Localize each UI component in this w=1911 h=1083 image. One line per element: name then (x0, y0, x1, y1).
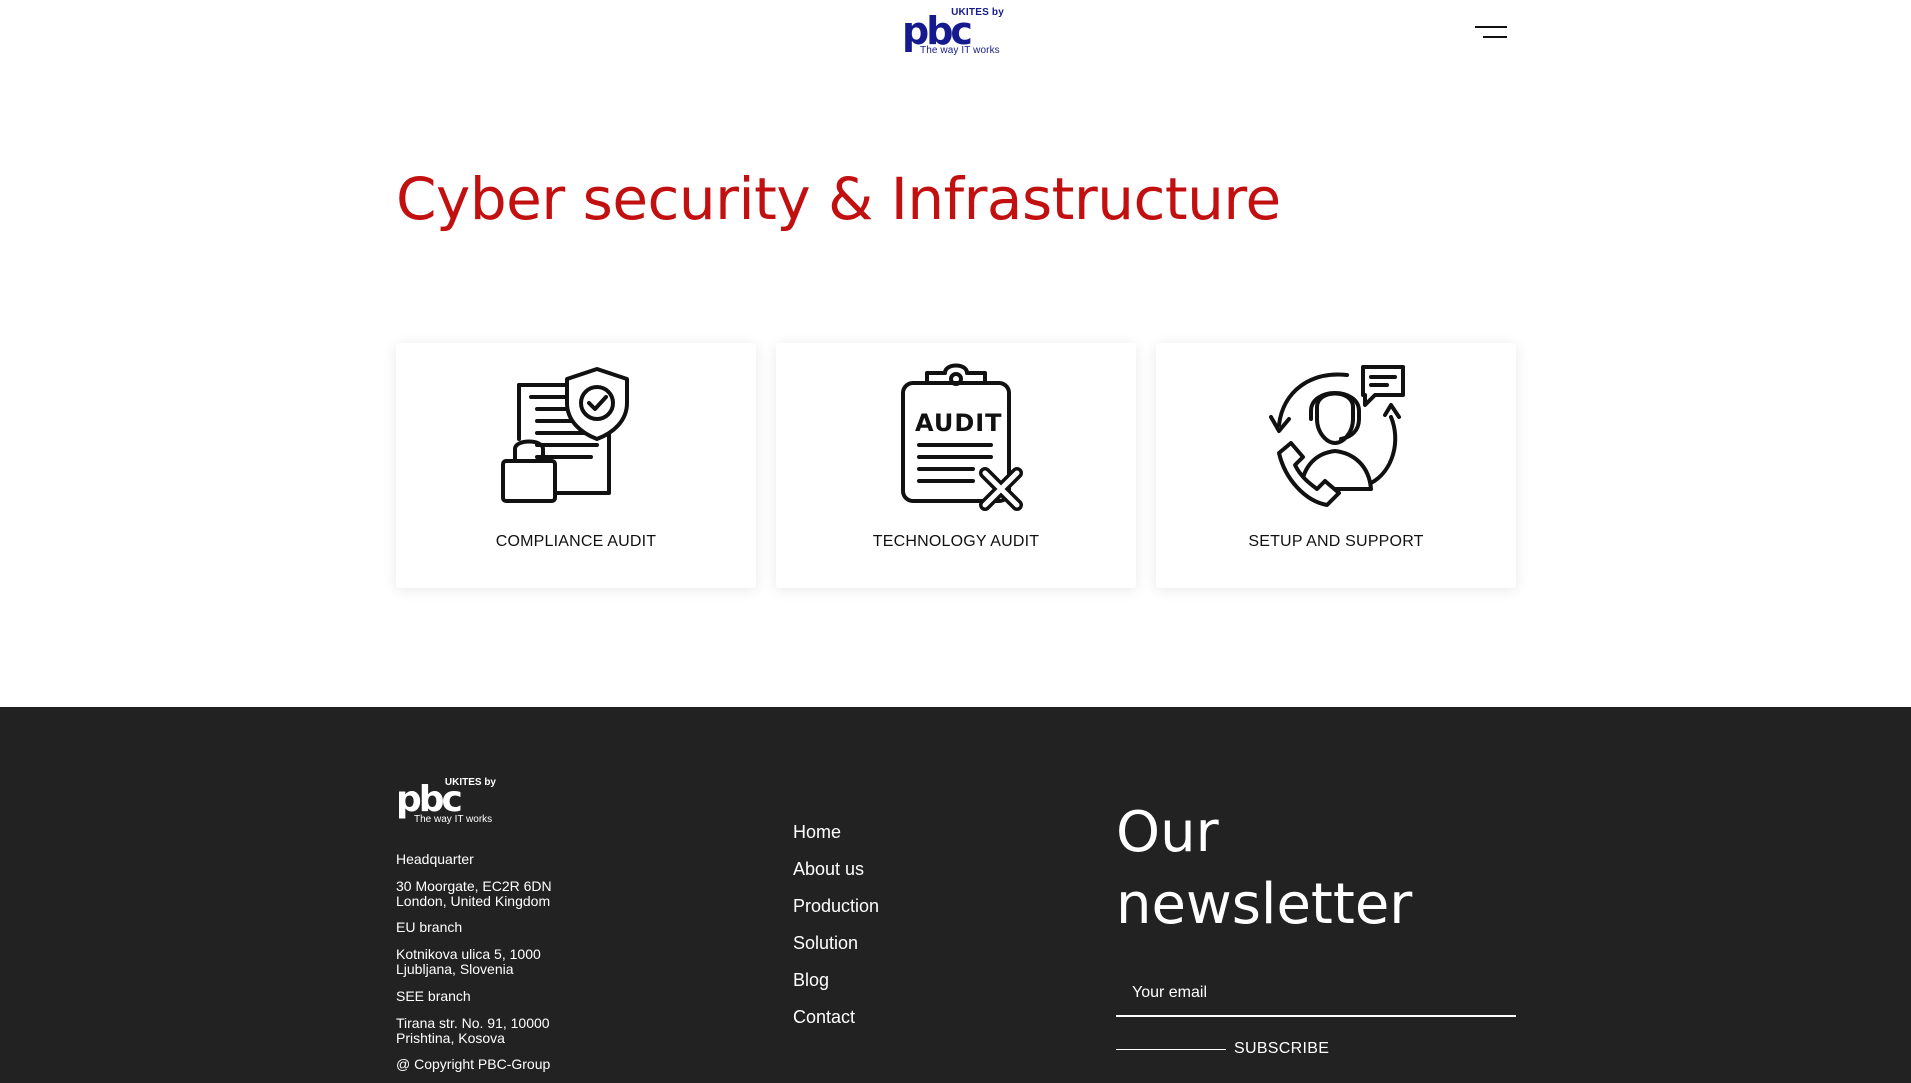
hq-label: Headquarter (396, 851, 474, 867)
service-cards: COMPLIANCE AUDIT AUDIT TECHNOLOGY AUDIT (396, 343, 1516, 588)
page-title: Cyber security & Infrastructure (396, 165, 1281, 233)
newsletter-title: Our newsletter (1116, 797, 1412, 941)
card-technology-audit[interactable]: AUDIT TECHNOLOGY AUDIT (776, 343, 1136, 588)
footer-link-home[interactable]: Home (793, 821, 879, 858)
footer-logo-tagline: The way IT works (414, 814, 493, 825)
subscribe-line-decoration (1116, 1048, 1226, 1050)
footer-link-about-us[interactable]: About us (793, 858, 879, 895)
svg-text:AUDIT: AUDIT (915, 409, 1003, 437)
logo-tagline: The way IT works (920, 45, 1000, 56)
card-label: COMPLIANCE AUDIT (495, 533, 657, 550)
footer-link-contact[interactable]: Contact (793, 1006, 879, 1043)
see-address-line-1: Tirana str. No. 91, 10000 (396, 1015, 550, 1031)
see-branch-label: SEE branch (396, 988, 471, 1004)
audit-clipboard-icon: AUDIT (901, 363, 1023, 511)
site-logo[interactable]: UKITES by pbc The way IT works (902, 5, 1008, 57)
see-address-line-2: Prishtina, Kosova (396, 1030, 505, 1046)
newsletter-title-line-2: newsletter (1116, 872, 1413, 937)
hq-address-line-1: 30 Moorgate, EC2R 6DN (396, 878, 552, 894)
copyright: @ Copyright PBC-Group (396, 1056, 551, 1072)
support-agent-headset-icon (1269, 365, 1405, 507)
card-compliance-audit[interactable]: COMPLIANCE AUDIT (396, 343, 756, 588)
footer-link-production[interactable]: Production (793, 895, 879, 932)
hq-address-line-2: London, United Kingdom (396, 893, 551, 909)
footer-logo[interactable]: UKITES by pbc The way IT works (396, 777, 500, 825)
card-setup-and-support[interactable]: SETUP AND SUPPORT (1156, 343, 1516, 588)
site-footer: UKITES by pbc The way IT works Headquart… (0, 707, 1911, 1083)
hq-address: 30 Moorgate, EC2R 6DN London, United Kin… (396, 879, 552, 909)
menu-line-bottom (1483, 36, 1507, 38)
card-label: TECHNOLOGY AUDIT (872, 533, 1040, 550)
see-branch-address: Tirana str. No. 91, 10000 Prishtina, Kos… (396, 1016, 550, 1046)
eu-address-line-1: Kotnikova ulica 5, 1000 (396, 946, 541, 962)
compliance-document-shield-lock-icon (501, 367, 629, 503)
hamburger-menu-icon[interactable] (1475, 24, 1507, 42)
footer-link-solution[interactable]: Solution (793, 932, 879, 969)
eu-address-line-2: Ljubljana, Slovenia (396, 961, 514, 977)
site-header: UKITES by pbc The way IT works (0, 0, 1911, 70)
eu-branch-address: Kotnikova ulica 5, 1000 Ljubljana, Slove… (396, 947, 541, 977)
eu-branch-label: EU branch (396, 919, 463, 935)
subscribe-button[interactable]: SUBSCRIBE (1116, 1037, 1329, 1061)
footer-nav: Home About us Production Solution Blog C… (793, 821, 879, 1043)
newsletter-title-line-1: Our (1116, 800, 1219, 865)
newsletter-email-input[interactable] (1116, 971, 1516, 1017)
menu-line-top (1475, 26, 1507, 28)
card-label: SETUP AND SUPPORT (1248, 533, 1424, 550)
subscribe-label: SUBSCRIBE (1234, 1040, 1330, 1057)
footer-link-blog[interactable]: Blog (793, 969, 879, 1006)
